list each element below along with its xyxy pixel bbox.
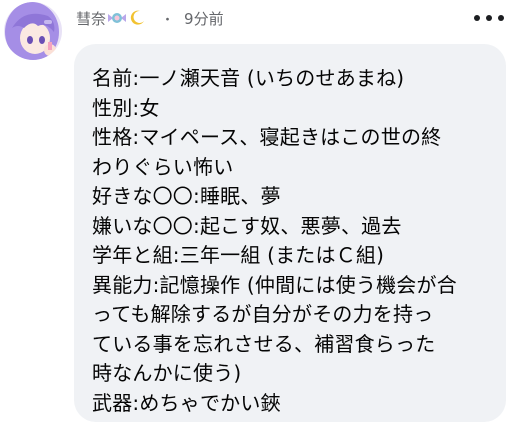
comment-post: 彗奈 ・ 9分前 名前:一ノ瀬天音 (いちのせあまね) 性別:女 性格:マイペー…	[0, 0, 512, 422]
comment-line: 性格:マイペース、寝起きはこの世の終	[92, 125, 442, 149]
comment-line: 時なんかに使う)	[92, 361, 242, 385]
more-horizontal-icon-dot	[486, 15, 492, 21]
more-horizontal-icon	[474, 15, 480, 21]
candy-icon	[108, 13, 127, 23]
comment-header: 彗奈 ・ 9分前	[76, 6, 224, 30]
comment-line: わりぐらい怖い	[92, 154, 234, 179]
comment-line: ている事を忘れさせる、補習食らった	[92, 331, 436, 356]
more-options-button[interactable]	[474, 8, 504, 28]
meta-separator: ・	[161, 12, 175, 28]
comment-line: 学年と組:三年一組 (またはＣ組)	[92, 243, 385, 267]
comment-bubble: 名前:一ノ瀬天音 (いちのせあまね) 性別:女 性格:マイペース、寝起きはこの世…	[74, 44, 506, 422]
timestamp[interactable]: 9分前	[184, 8, 224, 29]
comment-line: 名前:一ノ瀬天音 (いちのせあまね)	[92, 66, 405, 90]
comment-line: 嫌いな〇〇:起こす奴、悪夢、過去	[92, 213, 402, 238]
comment-line: 武器:めちゃでかい鋏	[92, 390, 281, 415]
comment-line: 好きな〇〇:睡眠、夢	[92, 184, 281, 208]
author-name[interactable]: 彗奈	[76, 8, 106, 29]
avatar[interactable]	[4, 2, 62, 60]
crescent-moon-icon	[130, 10, 145, 25]
comment-line: っても解除するが自分がその力を持っ	[92, 302, 434, 326]
comment-line: 性別:女	[92, 95, 160, 120]
more-horizontal-icon-dot	[498, 15, 504, 21]
comment-line: 異能力:記憶操作 (仲間には使う機会が合	[92, 272, 457, 297]
author-decorations	[108, 10, 145, 26]
avatar-image	[4, 2, 62, 60]
